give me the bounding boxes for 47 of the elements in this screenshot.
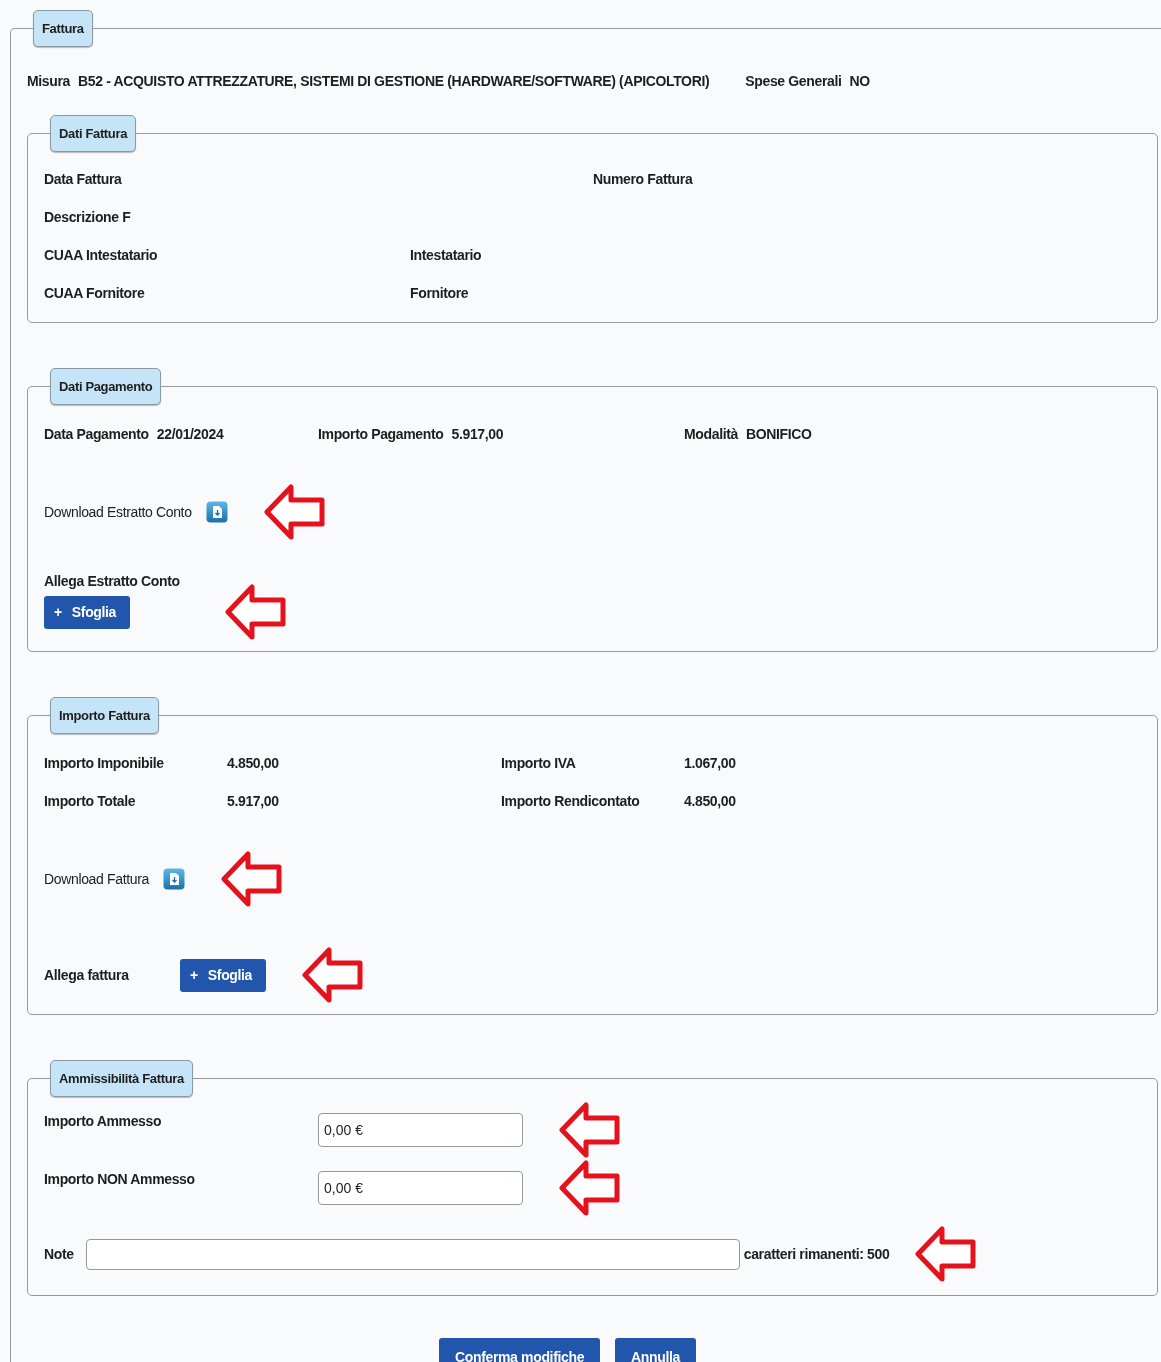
field-label: Allega fattura (44, 967, 130, 983)
field-label: CUAA Intestatario (44, 247, 158, 263)
field-label: Misura (27, 73, 71, 89)
field-label: Numero Fattura (593, 171, 693, 187)
browse-button[interactable]: + Sfoglia (44, 595, 131, 629)
section-legend: Importo Fattura (50, 697, 159, 734)
field-label: Importo Ammesso (44, 1113, 163, 1129)
field-label: Data Pagamento (44, 426, 149, 442)
input-field[interactable]: 0,00 € (318, 1113, 523, 1147)
field-label: Importo Imponibile (44, 755, 165, 771)
download-label: Download Fattura (44, 871, 149, 887)
note-field[interactable] (85, 1238, 740, 1270)
field-label: Modalità (684, 426, 738, 442)
action-button[interactable]: Annulla (615, 1338, 696, 1362)
section-legend: Ammissibilità Fattura (50, 1060, 193, 1097)
field-value: 4.850,00 (227, 755, 280, 771)
action-button[interactable]: Conferma modifiche (439, 1338, 601, 1362)
field-label: Fornitore (410, 285, 469, 301)
field-label: Data Fattura (44, 171, 122, 187)
browse-button[interactable]: + Sfoglia (180, 958, 267, 992)
field-label: Importo Pagamento (318, 426, 444, 442)
field-value: 4.850,00 (684, 793, 737, 809)
download-icon[interactable] (205, 501, 228, 523)
download-icon[interactable] (162, 868, 185, 890)
field-label: Allega Estratto Conto (44, 573, 180, 589)
field-label: Importo Totale (44, 793, 137, 809)
field-label: Importo IVA (501, 755, 577, 771)
field-label: Intestatario (410, 247, 482, 263)
field-label: CUAA Fornitore (44, 285, 145, 301)
field-value: BONIFICO (746, 426, 812, 442)
field-value: 5.917,00 (227, 793, 280, 809)
section-legend: Dati Fattura (50, 115, 137, 152)
field-value: 1.067,00 (684, 755, 737, 771)
input-field[interactable]: 0,00 € (318, 1171, 523, 1205)
field-label: Descrizione F (44, 209, 131, 225)
field-label: Importo Rendicontato (501, 793, 641, 809)
field-value: 5.917,00 (451, 426, 504, 442)
section-legend: Fattura (33, 10, 93, 47)
field-value: 22/01/2024 (156, 426, 224, 442)
field-label: Spese Generali (745, 73, 842, 89)
download-label: Download Estratto Conto (44, 504, 192, 520)
section-legend: Dati Pagamento (50, 368, 162, 405)
field-label: Importo NON Ammesso (44, 1171, 196, 1187)
field-value: B52 - ACQUISTO ATTREZZATURE, SISTEMI DI GESTIONE (HARDWARE/SOFTWARE) (APICOLTORI) (78, 73, 710, 89)
field-value: NO (849, 73, 870, 89)
character-counter: caratteri rimanenti: 500 (743, 1246, 890, 1262)
field-label: Note (44, 1246, 74, 1262)
